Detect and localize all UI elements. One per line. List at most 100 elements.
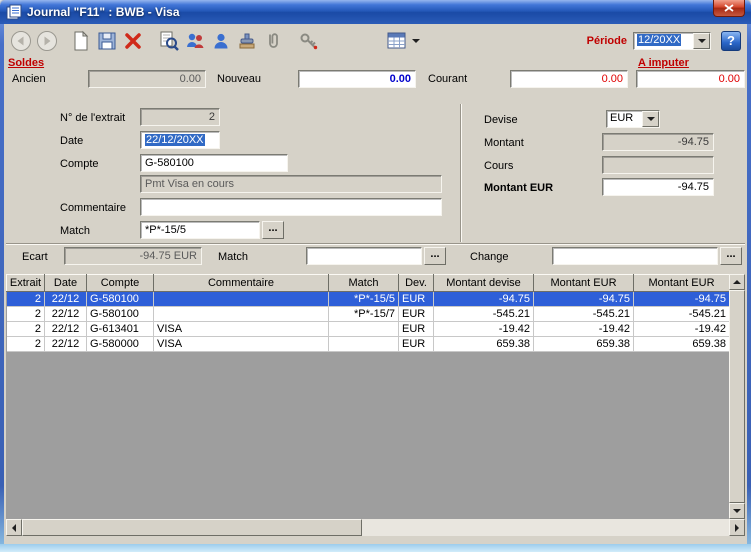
date-field[interactable]: 22/12/20XX: [140, 131, 220, 149]
stamp-button[interactable]: [234, 28, 260, 54]
forward-button[interactable]: [34, 28, 60, 54]
ecart-match-field[interactable]: [306, 247, 422, 265]
devise-dropdown-button[interactable]: [642, 111, 659, 127]
cell[interactable]: -19.42: [534, 322, 634, 337]
montant-eur-field[interactable]: -94.75: [602, 178, 714, 196]
cell[interactable]: EUR: [399, 337, 434, 352]
cell[interactable]: -19.42: [634, 322, 730, 337]
back-button[interactable]: [8, 28, 34, 54]
header-row: Extrait Date Compte Commentaire Match De…: [7, 275, 730, 292]
help-button[interactable]: ?: [721, 31, 741, 51]
periode-dropdown-button[interactable]: [693, 33, 710, 49]
commentaire-label: Commentaire: [60, 202, 126, 214]
cell[interactable]: 2: [7, 292, 45, 307]
app-window: Journal "F11" : BWB - Visa: [0, 0, 751, 552]
new-button[interactable]: [68, 28, 94, 54]
ecart-match-browse-button[interactable]: ...: [424, 247, 446, 265]
column-header[interactable]: Montant EUR: [534, 275, 634, 292]
cell[interactable]: 659.38: [534, 337, 634, 352]
search-button[interactable]: [156, 28, 182, 54]
cell[interactable]: [154, 292, 329, 307]
scroll-right-button[interactable]: [729, 519, 745, 536]
match-browse-button[interactable]: ...: [262, 221, 284, 239]
devise-select[interactable]: EUR: [606, 110, 660, 128]
cell[interactable]: [329, 322, 399, 337]
cell[interactable]: G-580100: [87, 292, 154, 307]
column-header[interactable]: Date: [45, 275, 87, 292]
scroll-left-button[interactable]: [6, 519, 22, 536]
match-field[interactable]: *P*-15/5: [140, 221, 260, 239]
change-field[interactable]: [552, 247, 718, 265]
close-button[interactable]: [713, 0, 745, 17]
save-button[interactable]: [94, 28, 120, 54]
column-header[interactable]: Match: [329, 275, 399, 292]
change-browse-button[interactable]: ...: [720, 247, 742, 265]
compte-description-field: Pmt Visa en cours: [140, 175, 442, 193]
delete-button[interactable]: [120, 28, 146, 54]
cell[interactable]: G-580100: [87, 307, 154, 322]
grid-view-dropdown[interactable]: [410, 29, 422, 53]
cell[interactable]: [329, 337, 399, 352]
cell[interactable]: EUR: [399, 307, 434, 322]
cell[interactable]: [154, 307, 329, 322]
scroll-up-button[interactable]: [729, 274, 745, 290]
cell[interactable]: EUR: [399, 322, 434, 337]
cell[interactable]: G-613401: [87, 322, 154, 337]
cell[interactable]: -545.21: [634, 307, 730, 322]
cell[interactable]: 659.38: [634, 337, 730, 352]
table-row[interactable]: 2 22/12 G-580000 VISA EUR 659.38 659.38 …: [7, 337, 730, 352]
cell[interactable]: 22/12: [45, 322, 87, 337]
cell[interactable]: VISA: [154, 322, 329, 337]
column-header[interactable]: Montant EUR: [634, 275, 730, 292]
cell[interactable]: 22/12: [45, 337, 87, 352]
table-row[interactable]: 2 22/12 G-613401 VISA EUR -19.42 -19.42 …: [7, 322, 730, 337]
horizontal-scrollbar-thumb[interactable]: [22, 519, 362, 536]
column-header[interactable]: Compte: [87, 275, 154, 292]
contact-button[interactable]: [208, 28, 234, 54]
cell[interactable]: -19.42: [434, 322, 534, 337]
periode-select[interactable]: 12/20XX: [633, 32, 711, 50]
vertical-scrollbar-thumb[interactable]: [729, 290, 745, 503]
cell[interactable]: 659.38: [434, 337, 534, 352]
cell[interactable]: -545.21: [534, 307, 634, 322]
table-row[interactable]: 2 22/12 G-580100 *P*-15/7 EUR -545.21 -5…: [7, 307, 730, 322]
cours-field[interactable]: [602, 156, 714, 174]
cell[interactable]: 2: [7, 337, 45, 352]
vertical-scrollbar[interactable]: [729, 274, 745, 519]
ancien-field[interactable]: 0.00: [88, 70, 206, 88]
column-header[interactable]: Dev.: [399, 275, 434, 292]
titlebar[interactable]: Journal "F11" : BWB - Visa: [0, 0, 751, 24]
stamp-icon: [236, 30, 258, 52]
cell[interactable]: G-580000: [87, 337, 154, 352]
key-button[interactable]: [296, 28, 322, 54]
column-header[interactable]: Commentaire: [154, 275, 329, 292]
horizontal-scrollbar-track[interactable]: [362, 519, 729, 536]
cell[interactable]: -94.75: [434, 292, 534, 307]
extrait-field[interactable]: 2: [140, 108, 220, 126]
commentaire-field[interactable]: [140, 198, 442, 216]
scroll-down-button[interactable]: [729, 503, 745, 519]
a-imputer-field[interactable]: 0.00: [636, 70, 745, 88]
grid-view-button[interactable]: [384, 28, 410, 54]
attach-button[interactable]: [260, 28, 286, 54]
montant-field[interactable]: -94.75: [602, 133, 714, 151]
third-parties-button[interactable]: [182, 28, 208, 54]
horizontal-scrollbar[interactable]: [6, 519, 745, 536]
nouveau-field[interactable]: 0.00: [298, 70, 416, 88]
cell[interactable]: -545.21: [434, 307, 534, 322]
cell[interactable]: 22/12: [45, 307, 87, 322]
column-header[interactable]: Montant devise: [434, 275, 534, 292]
cell[interactable]: *P*-15/5: [329, 292, 399, 307]
cell[interactable]: *P*-15/7: [329, 307, 399, 322]
compte-field[interactable]: G-580100: [140, 154, 288, 172]
cell[interactable]: 2: [7, 307, 45, 322]
column-header[interactable]: Extrait: [7, 275, 45, 292]
cell[interactable]: VISA: [154, 337, 329, 352]
cell[interactable]: EUR: [399, 292, 434, 307]
table-row[interactable]: 2 22/12 G-580100 *P*-15/5 EUR -94.75 -94…: [7, 292, 730, 307]
courant-field[interactable]: 0.00: [510, 70, 628, 88]
cell[interactable]: 22/12: [45, 292, 87, 307]
cell[interactable]: 2: [7, 322, 45, 337]
cell[interactable]: -94.75: [634, 292, 730, 307]
cell[interactable]: -94.75: [534, 292, 634, 307]
